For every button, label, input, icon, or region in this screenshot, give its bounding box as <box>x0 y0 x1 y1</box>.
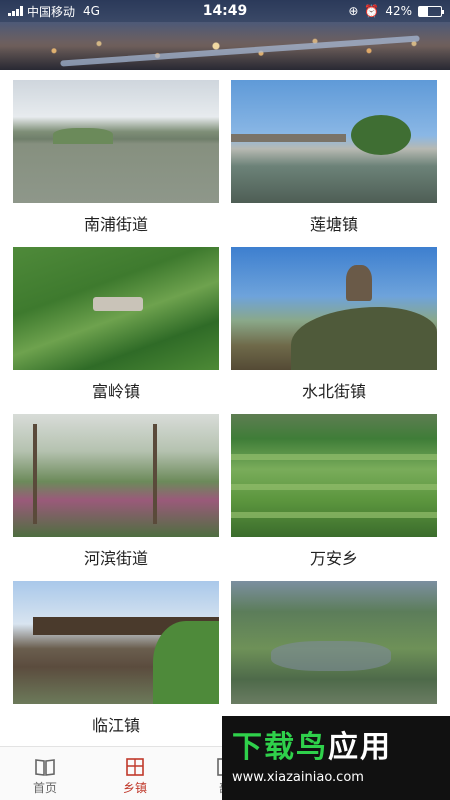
tab-home-label: 首页 <box>32 781 57 795</box>
town-name: 富岭镇 <box>91 382 140 401</box>
town-photo <box>231 80 437 203</box>
alarm-icon: ⏰ <box>364 4 380 18</box>
network-label: 4G <box>83 4 100 18</box>
watermark-logo: 下载鸟应用 www.xiazainiao.com <box>222 716 450 800</box>
town-card[interactable]: 南浦街道 <box>13 80 219 247</box>
carrier-label: 中国移动 <box>27 4 76 19</box>
map-grid-icon <box>124 757 146 779</box>
tab-towns-label: 乡镇 <box>122 781 147 795</box>
town-card[interactable]: 河滨街道 <box>13 414 219 581</box>
town-photo <box>231 247 437 370</box>
town-card[interactable]: 万安乡 <box>231 414 437 581</box>
status-bar: 中国移动 4G 14:49 ⊕ ⏰ 42% <box>0 0 450 22</box>
town-photo <box>231 581 437 704</box>
book-icon <box>34 757 56 779</box>
orientation-lock-icon: ⊕ <box>348 4 359 18</box>
town-name: 南浦街道 <box>83 215 148 234</box>
header-banner: 中国移动 4G 14:49 ⊕ ⏰ 42% <box>0 0 450 70</box>
town-name: 莲塘镇 <box>309 215 358 234</box>
battery-percent: 42% <box>385 4 412 18</box>
town-photo <box>13 80 219 203</box>
town-photo <box>13 581 219 704</box>
town-card[interactable]: 莲塘镇 <box>231 80 437 247</box>
tab-home[interactable]: 首页 <box>0 747 90 800</box>
town-photo <box>13 414 219 537</box>
town-card[interactable]: 临江镇 <box>13 581 219 748</box>
tab-towns[interactable]: 乡镇 <box>90 747 180 800</box>
battery-icon <box>418 5 444 17</box>
town-card[interactable]: 富岭镇 <box>13 247 219 414</box>
town-name: 水北街镇 <box>301 382 366 401</box>
town-photo <box>13 247 219 370</box>
town-card[interactable]: 水北街镇 <box>231 247 437 414</box>
watermark-url: www.xiazainiao.com <box>232 770 364 785</box>
signal-icon <box>8 6 23 16</box>
town-photo <box>231 414 437 537</box>
town-name: 万安乡 <box>309 549 358 568</box>
town-name: 河滨街道 <box>83 549 148 568</box>
watermark-brand: 下载鸟应用 <box>232 730 392 765</box>
town-name: 临江镇 <box>91 716 140 735</box>
